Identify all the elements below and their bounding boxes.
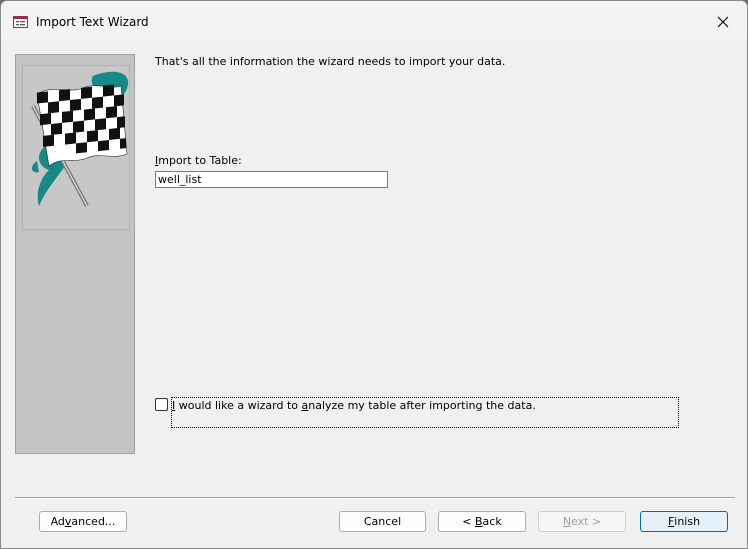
import-text-wizard-window: Import Text Wizard That's all the inform… <box>0 0 748 549</box>
close-icon <box>717 16 729 28</box>
checkered-flag-icon <box>31 71 129 207</box>
import-label-text: mport to Table: <box>158 154 242 167</box>
table-name-input[interactable] <box>155 171 388 188</box>
back-label-key: B <box>475 515 483 528</box>
advanced-button[interactable]: Ad v anced... <box>39 511 127 532</box>
close-button[interactable] <box>701 7 745 37</box>
analyze-label-part-2: nalyze my table after importing the data… <box>308 399 536 412</box>
back-label-pre: < <box>462 515 475 528</box>
button-separator <box>15 497 735 499</box>
window-title: Import Text Wizard <box>36 15 149 29</box>
advanced-label-pre: Ad <box>50 515 65 528</box>
analyze-table-label[interactable]: I would like a wizard to analyze my tabl… <box>172 399 536 412</box>
finish-button[interactable]: Finish <box>640 511 728 532</box>
analyze-table-checkbox[interactable] <box>155 398 168 411</box>
intro-text: That's all the information the wizard ne… <box>155 55 506 68</box>
next-button[interactable]: Next > <box>538 511 626 532</box>
next-label-key: N <box>562 515 572 528</box>
analyze-label-part-1: would like a wizard to <box>175 399 302 412</box>
back-button[interactable]: < Back <box>438 511 526 532</box>
flag-image-frame <box>22 65 130 230</box>
next-label-post: ext > <box>571 515 602 528</box>
cancel-button[interactable]: Cancel <box>339 511 426 532</box>
form-icon <box>13 16 28 28</box>
import-to-table-label: Import to Table: <box>155 154 242 167</box>
wizard-image-panel <box>15 54 135 454</box>
finish-label-post: inish <box>674 515 701 528</box>
cancel-label: Cancel <box>363 515 402 528</box>
advanced-label-post: anced... <box>71 515 116 528</box>
back-label-post: ack <box>482 515 502 528</box>
title-bar[interactable]: Import Text Wizard <box>1 1 747 39</box>
